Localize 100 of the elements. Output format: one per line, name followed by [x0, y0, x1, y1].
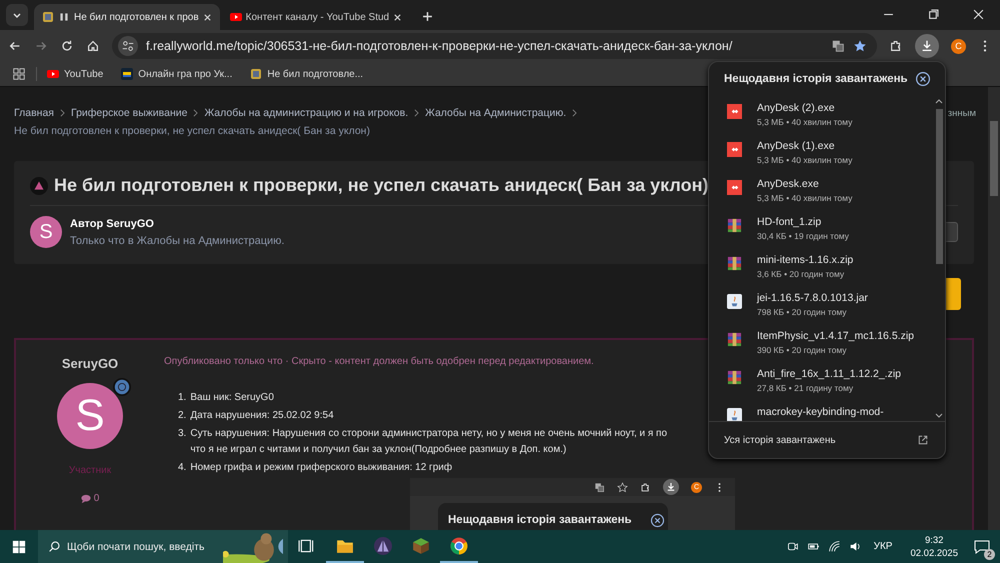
chevron-right-icon	[414, 109, 420, 117]
file-name: macrokey-keybinding-mod-	[757, 406, 884, 418]
file-info: 5,3 МБ • 40 хвилин тому	[757, 155, 852, 165]
download-item[interactable]: AnyDesk.exe 5,3 МБ • 40 хвилин тому	[709, 178, 933, 216]
file-name: ItemPhysic_v1.4.17_mc1.16.5.zip	[757, 330, 914, 342]
close-icon[interactable]	[973, 9, 984, 20]
game-icon	[121, 68, 134, 80]
browser-icon	[450, 536, 468, 554]
forward-icon[interactable]	[34, 39, 48, 53]
breadcrumb-link[interactable]: Главная	[14, 107, 54, 119]
popup-title: Нещодавня історія завантажень	[448, 514, 632, 526]
bookmark[interactable]: YouTube	[47, 68, 104, 80]
site-icon	[250, 68, 262, 80]
new-tab-icon[interactable]	[422, 11, 434, 22]
browser-tab[interactable]: Контент каналу - YouTube Stud	[222, 4, 410, 30]
breadcrumb-link[interactable]: Жалобы на Администрацию.	[425, 107, 566, 119]
download-item[interactable]: jei-1.16.5-7.8.0.1013.jar 798 КБ • 20 годин тому	[709, 292, 933, 330]
java-file-icon	[727, 408, 742, 421]
file-info: 390 КБ • 20 годин тому	[757, 345, 848, 355]
download-item[interactable]: AnyDesk (1).exe 5,3 МБ • 40 хвилин тому	[709, 140, 933, 178]
browser-tab[interactable]: Не бил подготовлен к пров	[34, 4, 220, 30]
app-icon	[727, 180, 742, 195]
scroll-down-icon	[935, 413, 943, 419]
post-meta: Опубликовано только что · Скрыто - контент должен быть одобрен перед редактированием.	[164, 356, 595, 367]
download-item[interactable]: Anti_fire_16x_1.11_1.12.2_.zip 27,8 КБ • 21 годину тому	[709, 368, 933, 406]
list-item-text: Суть нарушения: Нарушения со сторони администратора нету, но у меня не очень мочний ноут, и я по что я не играл с читами и получил бан за уклон(Подробнее разпишу в Доп. ком.)	[190, 427, 668, 457]
open-external-icon[interactable]	[917, 434, 929, 446]
file-name: AnyDesk (2).exe	[757, 102, 836, 114]
back-icon[interactable]	[8, 39, 22, 53]
close-icon	[202, 12, 212, 22]
taskbar-search-box[interactable]: Щоби почати пошук, введіть	[38, 530, 288, 563]
avatar[interactable]: S	[57, 383, 123, 449]
play-icon	[230, 11, 242, 23]
clock[interactable]: 9:32 02.02.2025	[910, 534, 958, 558]
side-link[interactable]: знным	[948, 108, 976, 118]
download-item[interactable]: ItemPhysic_v1.4.17_mc1.16.5.zip 390 КБ • 20 годин тому	[709, 330, 933, 368]
close-icon[interactable]	[915, 71, 931, 87]
download-icon	[920, 39, 934, 53]
reload-icon[interactable]	[60, 39, 74, 53]
language-indicator[interactable]: УКР	[874, 541, 892, 552]
search-input[interactable]: Щоби почати пошук, введіть	[67, 540, 217, 552]
avatar[interactable]: S	[30, 216, 62, 248]
close-icon	[393, 12, 402, 22]
comment-icon	[80, 494, 91, 504]
file-info: 3,6 КБ • 20 годин тому	[757, 269, 846, 279]
author-name[interactable]: Автор SeruyGO	[70, 218, 284, 230]
list-number: 2.	[178, 409, 186, 423]
restore-icon[interactable]	[928, 9, 939, 20]
list-item-text: Номер грифа и режим гриферского выживания: 12 гриф	[190, 461, 452, 475]
close-icon	[650, 512, 665, 528]
search-icon	[48, 540, 61, 553]
chevron-right-icon	[60, 109, 65, 117]
download-item[interactable]: mini-items-1.16.x.zip 3,6 КБ • 20 годин тому	[709, 254, 933, 292]
chevron-right-icon	[193, 109, 198, 117]
download-item[interactable]: macrokey-keybinding-mod-	[709, 406, 933, 421]
wifi-icon[interactable]	[828, 540, 841, 553]
user-role: Участник	[68, 465, 112, 476]
notification-count: 2	[984, 548, 995, 560]
file-name: mini-items-1.16.x.zip	[757, 254, 854, 266]
bookmark[interactable]: Онлайн гра про Ук...	[121, 68, 232, 80]
file-info: 798 КБ • 20 годин тому	[757, 307, 848, 317]
site-settings-icon	[118, 36, 138, 56]
rank-badge-icon	[113, 378, 131, 396]
download-button[interactable]	[915, 34, 939, 58]
address-bar[interactable]: f.reallyworld.me/topic/306531-не-бил-подготовлен-к-проверки-не-успел-скачать-анидеск-бан-за-уклон/	[112, 33, 877, 59]
site-icon	[42, 11, 54, 23]
breadcrumb-link[interactable]: Жалобы на администрацию и на игроков.	[204, 107, 408, 119]
home-icon[interactable]	[86, 39, 100, 53]
volume-icon[interactable]	[848, 540, 862, 553]
start-icon[interactable]	[12, 540, 26, 554]
translate-icon[interactable]	[831, 39, 845, 53]
tab-search-button[interactable]	[6, 4, 28, 26]
file-name: Anti_fire_16x_1.11_1.12.2_.zip	[757, 368, 901, 380]
topic-title: Не бил подготовлен к проверки, не успел скачать анидеск( Бан за уклон)	[54, 175, 708, 196]
breadcrumb-link[interactable]: Гриферское выживание	[70, 107, 188, 119]
download-item[interactable]: HD-font_1.zip 30,4 КБ • 19 годин тому	[709, 216, 933, 254]
archive-icon	[727, 370, 742, 385]
tab-title: Не бил подготовлен к пров	[74, 12, 199, 22]
tab-title: Контент каналу - YouTube Stud	[246, 12, 390, 22]
list-item-text: Ваш ник: SeruyG0	[190, 391, 274, 405]
download-item[interactable]: AnyDesk (2).exe 5,3 МБ • 40 хвилин тому	[709, 102, 933, 140]
breadcrumb-current: Не бил подготовлен к проверки, не успел скачать анидеск( Бан за уклон)	[14, 125, 371, 137]
apps-grid-icon[interactable]	[12, 67, 26, 81]
grass-block-icon	[412, 536, 430, 554]
archive-icon	[727, 332, 742, 347]
file-name: AnyDesk (1).exe	[757, 140, 836, 152]
file-name: AnyDesk.exe	[757, 178, 820, 190]
bookmark[interactable]: Не бил подготовле...	[250, 68, 364, 80]
extensions-icon[interactable]	[889, 39, 903, 53]
author-name[interactable]: SeruyGO	[62, 356, 118, 371]
archive-icon	[727, 256, 742, 271]
comment-count: 0	[94, 493, 100, 504]
all-downloads-link[interactable]: Уся історія завантажень	[724, 434, 836, 446]
scroll-up-icon	[935, 98, 943, 104]
file-name: HD-font_1.zip	[757, 216, 822, 228]
scrollbar[interactable]	[988, 87, 1000, 530]
list-item-text: Дата нарушения: 25.02.02 9:54	[190, 409, 334, 423]
archive-icon	[727, 218, 742, 233]
meet-now-icon[interactable]	[786, 540, 799, 553]
star-icon[interactable]	[853, 39, 867, 53]
